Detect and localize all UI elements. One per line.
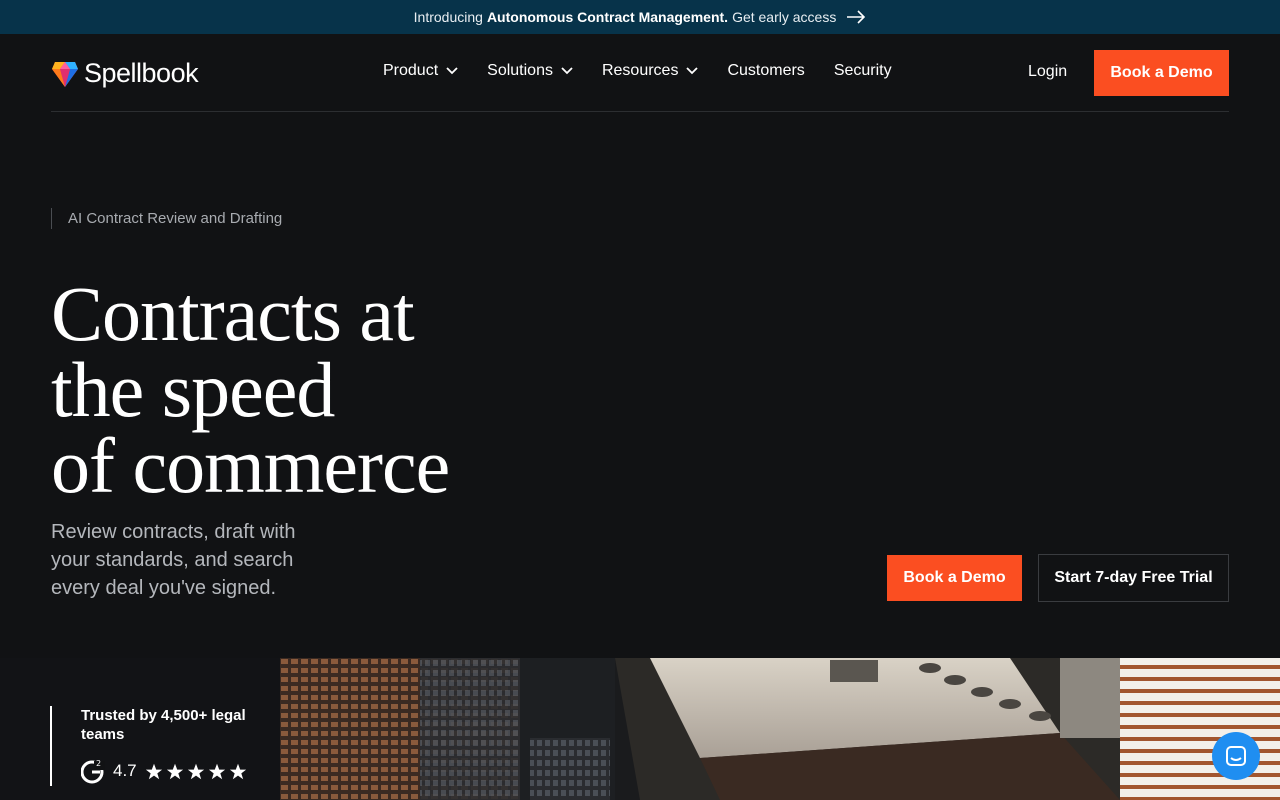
star-icon [229,763,246,779]
svg-text:2: 2 [96,759,101,768]
nav-item-label: Resources [601,62,679,79]
trust-text: Trusted by 4,500+ legal teams [81,707,246,743]
main-nav: Spellbook Product Solutions Resources Cu… [0,34,1280,112]
star-icon [145,763,162,779]
nav-item-product[interactable]: Product [383,62,458,80]
announcement-intro: Introducing [413,9,483,25]
nav-item-label: Solutions [487,62,553,79]
hero-title-line: the speed [51,346,335,433]
nav-item-resources[interactable]: Resources [601,62,699,80]
nav-item-solutions[interactable]: Solutions [487,62,573,80]
chevron-down-icon [686,67,699,75]
nav-item-label: Security [833,62,892,79]
hero-eyebrow: AI Contract Review and Drafting [51,208,282,229]
chat-launcher-button[interactable] [1212,732,1260,780]
hero-title-line: of commerce [51,422,450,509]
hero-title: Contracts at the speed of commerce [51,270,450,509]
hero-title-line: Contracts at [51,270,415,357]
nav-menu: Product Solutions Resources Customers Se… [383,62,892,80]
trust-block: Trusted by 4,500+ legal teams 2 4.7 [50,706,270,786]
nav-item-label: Customers [727,62,805,79]
hero-book-demo-button[interactable]: Book a Demo [887,555,1022,601]
nav-divider [51,111,1229,112]
announcement-highlight: Autonomous Contract Management. [486,9,729,25]
arrow-right-icon[interactable] [846,10,866,24]
announcement-bar[interactable]: Introducing Autonomous Contract Manageme… [0,0,1280,34]
star-icon [187,763,204,779]
star-icon [208,763,225,779]
g2-logo-icon: 2 [81,759,105,784]
free-trial-button[interactable]: Start 7-day Free Trial [1038,554,1229,602]
gem-logo-icon [52,61,78,87]
logo-text: Spellbook [84,58,199,88]
nav-item-label: Product [383,62,439,79]
star-icon [166,763,183,779]
login-link[interactable]: Login [1028,63,1067,81]
chevron-down-icon [446,67,458,75]
rating-value: 4.7 [113,761,137,780]
chevron-down-icon [561,67,573,75]
nav-book-demo-button[interactable]: Book a Demo [1094,50,1229,96]
announcement-link[interactable]: Get early access [732,9,836,25]
chat-icon [1226,746,1246,766]
g2-rating[interactable]: 2 4.7 [81,758,247,784]
spellbook-logo[interactable]: Spellbook [52,58,199,89]
hero-subtitle: Review contracts, draft with your standa… [51,521,296,599]
nav-item-security[interactable]: Security [834,62,892,80]
rating-stars [145,763,247,780]
nav-item-customers[interactable]: Customers [727,62,804,80]
